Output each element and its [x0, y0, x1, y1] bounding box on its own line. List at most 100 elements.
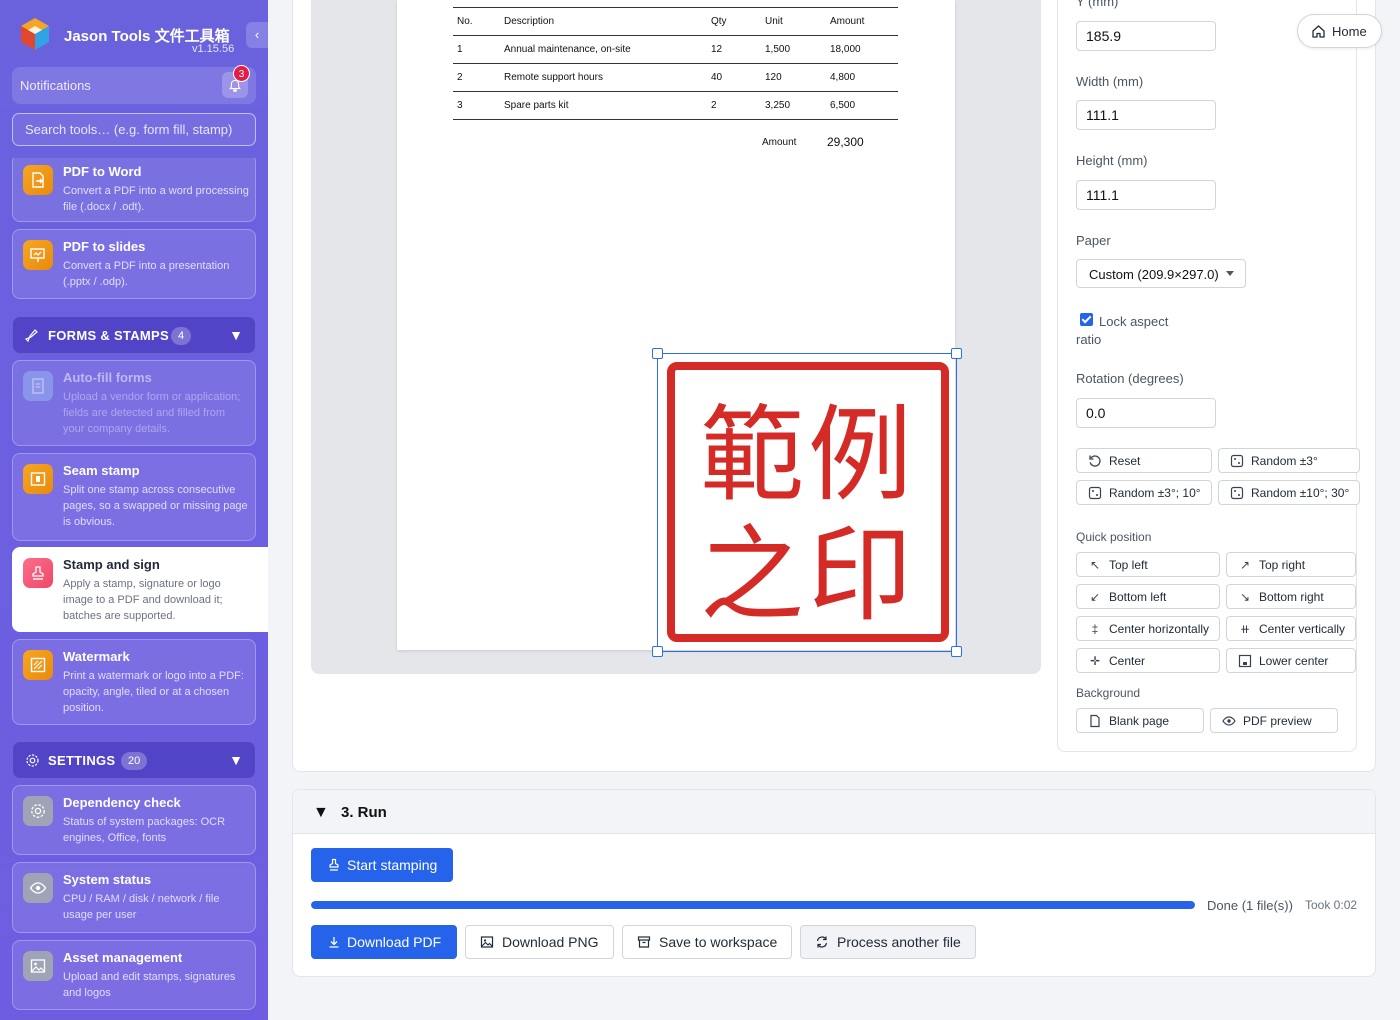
tool-description: Convert a PDF into a word processing fil…	[63, 185, 249, 213]
progress-status: Done (1 file(s))	[1207, 898, 1293, 913]
tool-watermark[interactable]: Watermark Print a watermark or logo into…	[12, 639, 256, 725]
tool-description: Convert a PDF into a presentation (.pptx…	[63, 260, 230, 288]
download-png-button[interactable]: Download PNG	[465, 925, 614, 959]
table-header-row: No. Description Qty Unit Amount	[453, 7, 898, 36]
home-label: Home	[1332, 24, 1367, 39]
lock-aspect-checkbox[interactable]	[1080, 313, 1093, 326]
tool-title: PDF to slides	[63, 239, 146, 254]
run-panel-header[interactable]: ▼ 3. Run	[293, 790, 1375, 834]
width-label: Width (mm)	[1076, 74, 1144, 89]
table-cell: Remote support hours	[500, 63, 707, 92]
image-icon	[480, 936, 494, 948]
home-button[interactable]: Home	[1297, 14, 1382, 48]
download-icon	[329, 937, 339, 948]
tool-system-status[interactable]: System status CPU / RAM / disk / network…	[12, 862, 256, 933]
blank-page-icon	[1090, 714, 1100, 728]
tool-description: Print a watermark or logo into a PDF: op…	[63, 670, 244, 714]
eye-icon	[23, 873, 53, 903]
button-label: Reset	[1109, 454, 1141, 468]
tool-description: Split one stamp across consecutive pages…	[63, 484, 248, 528]
paper-select[interactable]: Custom (209.9×297.0)	[1076, 259, 1246, 288]
home-icon	[1312, 25, 1325, 38]
app-logo-icon	[21, 18, 49, 50]
save-to-workspace-button[interactable]: Save to workspace	[622, 925, 792, 959]
tool-seam-stamp[interactable]: Seam stamp Split one stamp across consec…	[12, 453, 256, 541]
align-center-vertical-icon: ⧺	[1239, 622, 1251, 636]
table-cell: 4,800	[826, 63, 898, 92]
section-forms-stamps[interactable]: FORMS & STAMPS 4 ▼	[12, 316, 256, 354]
button-label: Save to workspace	[659, 934, 778, 950]
collapse-sidebar-button[interactable]: ‹	[246, 22, 268, 48]
center-vertically-button[interactable]: ⧺ Center vertically	[1226, 616, 1356, 641]
height-input[interactable]	[1076, 180, 1216, 210]
rotation-input[interactable]	[1076, 398, 1216, 428]
search-input[interactable]	[13, 114, 255, 145]
position-bottom-left-button[interactable]: ↙ Bottom left	[1076, 584, 1220, 609]
notifications-bar[interactable]: Notifications 3	[12, 65, 256, 104]
stamp-section-icon	[25, 329, 38, 343]
random-3-button[interactable]: Random ±3°	[1218, 448, 1360, 473]
center-horizontally-button[interactable]: ‡ Center horizontally	[1076, 616, 1220, 641]
tool-title: PDF to Word	[63, 164, 142, 179]
section-count-badge: 20	[121, 752, 148, 770]
table-row: 1 Annual maintenance, on-site 12 1,500 1…	[453, 35, 898, 64]
download-pdf-button[interactable]: Download PDF	[311, 925, 457, 959]
process-another-file-button[interactable]: Process another file	[800, 925, 976, 959]
tool-description: Status of system packages: OCR engines, …	[63, 816, 226, 844]
tool-pdf-to-slides[interactable]: PDF to slides Convert a PDF into a prese…	[12, 229, 256, 299]
tool-asset-management[interactable]: Asset management Upload and edit stamps,…	[12, 940, 256, 1010]
resize-handle-bottom-left[interactable]	[652, 646, 663, 657]
button-label: Download PNG	[502, 934, 599, 950]
start-stamping-button[interactable]: Start stamping	[311, 848, 453, 882]
brand: Jason Tools 文件工具箱 v1.15.56	[18, 16, 258, 56]
position-lower-center-button[interactable]: Lower center	[1226, 648, 1356, 673]
paper-label: Paper	[1076, 233, 1111, 248]
tool-pdf-to-word[interactable]: PDF to Word Convert a PDF into a word pr…	[12, 158, 256, 222]
align-center-horizontal-icon: ‡	[1091, 622, 1099, 636]
table-row: 3 Spare parts kit 2 3,250 6,500	[453, 91, 898, 120]
position-top-right-button[interactable]: ↗ Top right	[1226, 552, 1356, 577]
position-bottom-right-button[interactable]: ↘ Bottom right	[1226, 584, 1356, 609]
column-header: Description	[500, 7, 707, 36]
button-label: Start stamping	[347, 857, 438, 873]
random-3-10-button[interactable]: Random ±3°; 10°	[1076, 480, 1212, 505]
table-cell: 3	[453, 91, 500, 120]
lock-aspect-label: Lock aspect	[1099, 314, 1169, 329]
search-box[interactable]	[12, 113, 256, 146]
button-label: Download PDF	[347, 934, 442, 950]
refresh-icon	[816, 936, 828, 948]
tool-dependency-check[interactable]: Dependency check Status of system packag…	[12, 785, 256, 855]
button-label: Lower center	[1259, 654, 1329, 668]
table-cell: 3,250	[761, 91, 826, 120]
resize-handle-top-left[interactable]	[652, 348, 663, 359]
run-title: 3. Run	[341, 804, 387, 821]
section-settings[interactable]: SETTINGS 20 ▼	[12, 741, 256, 779]
width-input[interactable]	[1076, 100, 1216, 130]
tool-title: Watermark	[63, 649, 130, 664]
tool-title: Dependency check	[63, 795, 181, 810]
resize-handle-top-right[interactable]	[951, 348, 962, 359]
chevron-down-icon: ▼	[229, 327, 243, 343]
column-header: Qty	[707, 7, 761, 36]
blank-page-button[interactable]: Blank page	[1076, 708, 1204, 733]
pdf-preview-button[interactable]: PDF preview	[1210, 708, 1338, 733]
rotation-reset-button[interactable]: Reset	[1076, 448, 1212, 473]
paper-selected-value: Custom (209.9×297.0)	[1089, 267, 1219, 282]
table-cell: 2	[707, 91, 761, 120]
table-cell: 1,500	[761, 35, 826, 64]
section-label: SETTINGS	[48, 753, 116, 768]
stamp-icon	[329, 858, 339, 871]
resize-handle-bottom-right[interactable]	[951, 646, 962, 657]
table-row: 2 Remote support hours 40 120 4,800	[453, 63, 898, 92]
table-cell: 40	[707, 63, 761, 92]
y-input[interactable]	[1076, 21, 1216, 51]
tool-stamp-and-sign[interactable]: Stamp and sign Apply a stamp, signature …	[12, 547, 268, 632]
position-top-left-button[interactable]: ↖ Top left	[1076, 552, 1220, 577]
random-10-30-button[interactable]: Random ±10°; 30°	[1218, 480, 1360, 505]
table-cell: 1	[453, 35, 500, 64]
stamp-selection-box[interactable]	[657, 353, 957, 652]
sidebar: Jason Tools 文件工具箱 v1.15.56 ‹ Notificatio…	[0, 0, 268, 1020]
position-center-button[interactable]: ✛ Center	[1076, 648, 1220, 673]
progress-fill	[311, 901, 1195, 909]
tool-title: Stamp and sign	[63, 557, 160, 572]
